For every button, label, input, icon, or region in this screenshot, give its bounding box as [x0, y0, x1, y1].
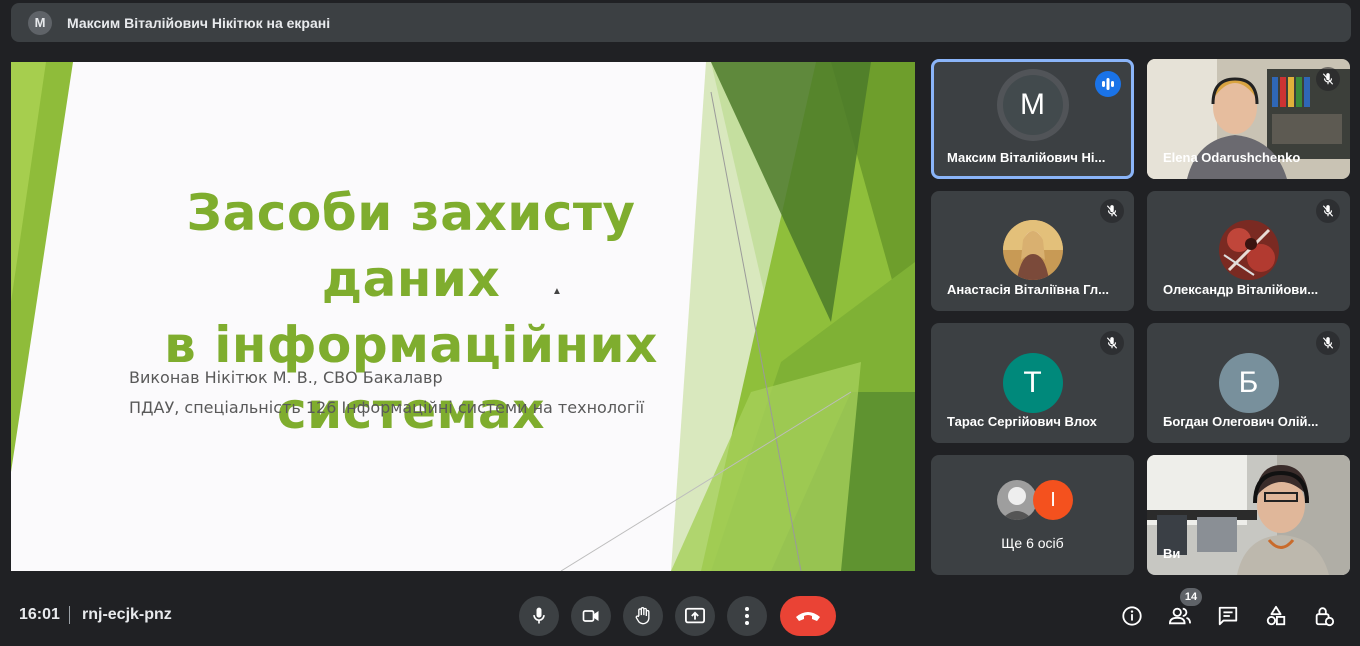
people-button[interactable]: [1166, 602, 1194, 630]
people-icon: [1168, 607, 1191, 625]
meeting-code: rnj-ecjk-pnz: [82, 606, 172, 623]
participant-name: Ви: [1163, 546, 1181, 561]
more-options-icon: [745, 607, 749, 625]
presenter-banner: M Максим Віталійович Нікітюк на екрані: [11, 3, 1351, 42]
participant-name: Олександр Віталійови...: [1163, 282, 1319, 297]
participant-avatar: M: [1002, 75, 1063, 135]
raise-hand-icon: [635, 607, 650, 625]
muted-mic-icon: [1316, 67, 1340, 91]
present-screen-icon: [685, 607, 705, 624]
meeting-clock: 16:01: [19, 606, 60, 623]
muted-mic-icon: [1316, 199, 1340, 223]
camera-icon: [582, 610, 599, 622]
more-participants-label: Ще 6 осіб: [1001, 535, 1064, 551]
raise-hand-button[interactable]: [623, 596, 663, 636]
self-view-tile[interactable]: Ви: [1147, 455, 1350, 575]
host-controls-icon: [1315, 607, 1335, 627]
slide-subtitle-affiliation: ПДАУ, спеціальність 126 Інформаційні сис…: [129, 398, 645, 417]
shared-screen-slide[interactable]: Засоби захисту даних в інформаційних сис…: [11, 62, 915, 571]
participant-name: Тарас Сергійович Влох: [947, 414, 1097, 429]
end-call-icon: [796, 612, 820, 621]
presenter-avatar: M: [28, 10, 52, 35]
mouse-cursor-icon: ▲: [552, 286, 562, 297]
muted-mic-icon: [1100, 331, 1124, 355]
participant-tile-bohdan[interactable]: Б Богдан Олегович Олій...: [1147, 323, 1350, 443]
chat-icon: [1218, 606, 1238, 626]
muted-mic-icon: [1100, 199, 1124, 223]
muted-mic-icon: [1316, 331, 1340, 355]
activities-icon: [1266, 605, 1286, 626]
group-letter-avatar: I: [1033, 480, 1073, 520]
bottom-divider: [69, 606, 70, 624]
participant-avatar: Б: [1218, 353, 1279, 413]
presenter-banner-text: Максим Віталійович Нікітюк на екрані: [67, 14, 331, 31]
speaking-indicator-icon: [1095, 71, 1121, 97]
end-call-button[interactable]: [780, 596, 836, 636]
info-icon: [1122, 606, 1142, 626]
participant-count-badge: 14: [1180, 588, 1202, 606]
participant-tile-maksym[interactable]: M Максим Віталійович Ні...: [931, 59, 1134, 179]
participant-photo: [1002, 220, 1063, 280]
present-screen-button[interactable]: [675, 596, 715, 636]
group-photo-avatar: [997, 480, 1037, 520]
microphone-button[interactable]: [519, 596, 559, 636]
participant-photo: [1218, 220, 1279, 280]
microphone-icon: [533, 607, 545, 624]
meeting-info-button[interactable]: [1118, 602, 1146, 630]
participant-tile-taras[interactable]: Т Тарас Сергійович Влох: [931, 323, 1134, 443]
participant-tile-elena[interactable]: Elena Odarushchenko: [1147, 59, 1350, 179]
participant-tile-oleksandr[interactable]: Олександр Віталійови...: [1147, 191, 1350, 311]
host-controls-button[interactable]: [1310, 602, 1338, 630]
more-participants-tile[interactable]: I Ще 6 осіб: [931, 455, 1134, 575]
chat-button[interactable]: [1214, 602, 1242, 630]
participant-name: Максим Віталійович Ні...: [947, 150, 1106, 165]
participant-name: Богдан Олегович Олій...: [1163, 414, 1319, 429]
participant-tile-anastasiia[interactable]: Анастасія Віталіївна Гл...: [931, 191, 1134, 311]
more-options-button[interactable]: [727, 596, 767, 636]
activities-button[interactable]: [1262, 602, 1290, 630]
participant-avatar: Т: [1002, 353, 1063, 413]
camera-button[interactable]: [571, 596, 611, 636]
participant-name: Анастасія Віталіївна Гл...: [947, 282, 1109, 297]
slide-subtitle-author: Виконав Нікітюк М. В., СВО Бакалавр: [129, 368, 443, 387]
participant-name: Elena Odarushchenko: [1163, 150, 1301, 165]
meet-window: M Максим Віталійович Нікітюк на екрані З…: [0, 0, 1360, 646]
